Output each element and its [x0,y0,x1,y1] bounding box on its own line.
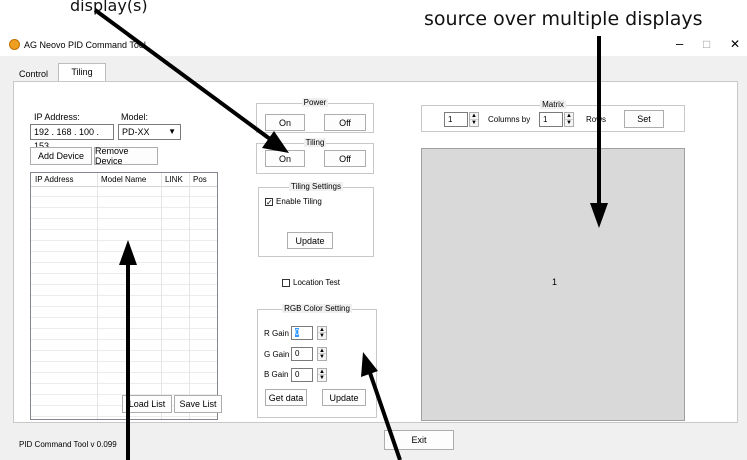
window-title: AG Neovo PID Command Tool [24,40,146,50]
model-select-value: PD-XX [122,127,150,137]
b-gain-input[interactable]: 0 [291,368,313,382]
tiling-group-title: Tiling [303,138,327,147]
model-select[interactable]: PD-XX ▼ [118,124,181,140]
exit-button[interactable]: Exit [384,430,454,450]
rows-label: Rows [586,115,607,124]
location-test-checkbox[interactable] [282,279,290,287]
app-window: AG Neovo PID Command Tool – □ ✕ Control … [0,30,747,460]
annotation-top-left: display(s) [70,0,148,15]
version-label: PID Command Tool v 0.099 [19,440,117,449]
power-off-button[interactable]: Off [324,114,366,131]
preview-cell-label: 1 [552,277,558,287]
enable-tiling-label: Enable Tiling [276,197,322,206]
matrix-preview[interactable]: 1 [421,148,685,421]
column-header-link[interactable]: LINK [165,175,183,184]
chevron-down-icon: ▼ [168,127,176,136]
model-label: Model: [121,112,149,122]
r-gain-spinner[interactable]: ▲ ▼ [317,326,327,340]
column-header-pos[interactable]: Pos [193,175,207,184]
enable-tiling-checkbox[interactable]: ✓ [265,198,273,207]
location-test-label: Location Test [293,278,340,287]
annotation-top-right: source over multiple displays [424,8,703,30]
rgb-group-title: RGB Color Setting [282,304,352,313]
tab-tiling-label: Tiling [71,67,93,77]
g-gain-label: G Gain [264,350,290,359]
power-group-title: Power [301,98,329,107]
rows-input[interactable]: 1 [539,112,563,127]
column-header-model[interactable]: Model Name [101,175,146,184]
columns-spinner[interactable]: ▲ ▼ [469,112,479,127]
columns-input[interactable]: 1 [444,112,468,127]
power-on-button[interactable]: On [265,114,305,131]
load-list-button[interactable]: Load List [122,395,172,413]
ip-address-label: IP Address: [34,112,80,122]
ip-address-field[interactable]: 192 . 168 . 100 . 153 [30,124,114,151]
minimize-button[interactable]: – [676,36,683,51]
set-button[interactable]: Set [624,110,664,128]
app-logo-icon [9,39,20,50]
close-button[interactable]: ✕ [730,37,740,51]
tiling-settings-title: Tiling Settings [289,182,343,191]
tiling-on-button[interactable]: On [265,150,305,167]
save-list-button[interactable]: Save List [174,395,222,413]
remove-device-button[interactable]: Remove Device [94,146,158,166]
matrix-group-title: Matrix [540,100,566,109]
device-table[interactable]: IP Address Model Name LINK Pos [30,172,218,420]
rgb-update-button[interactable]: Update [322,389,366,406]
get-data-button[interactable]: Get data [265,389,307,406]
b-gain-spinner[interactable]: ▲ ▼ [317,368,327,382]
columns-by-label: Columns by [488,115,531,124]
g-gain-input[interactable]: 0 [291,347,313,361]
tab-control[interactable]: Control [15,67,52,81]
column-divider [189,173,190,419]
tiling-update-button[interactable]: Update [287,232,333,249]
r-gain-input[interactable]: 0 [291,326,313,340]
column-divider [97,173,98,419]
column-header-ip[interactable]: IP Address [35,175,74,184]
tab-tiling[interactable]: Tiling [58,63,106,82]
tiling-off-button[interactable]: Off [324,150,366,167]
column-divider [161,173,162,419]
r-gain-value: 0 [295,328,300,337]
title-bar: AG Neovo PID Command Tool – □ ✕ [0,30,747,56]
b-gain-label: B Gain [264,370,289,379]
g-gain-spinner[interactable]: ▲ ▼ [317,347,327,361]
r-gain-label: R Gain [264,329,289,338]
maximize-button[interactable]: □ [703,37,710,51]
tab-control-label: Control [19,69,49,79]
rows-spinner[interactable]: ▲ ▼ [564,112,574,127]
add-device-button[interactable]: Add Device [30,147,92,165]
